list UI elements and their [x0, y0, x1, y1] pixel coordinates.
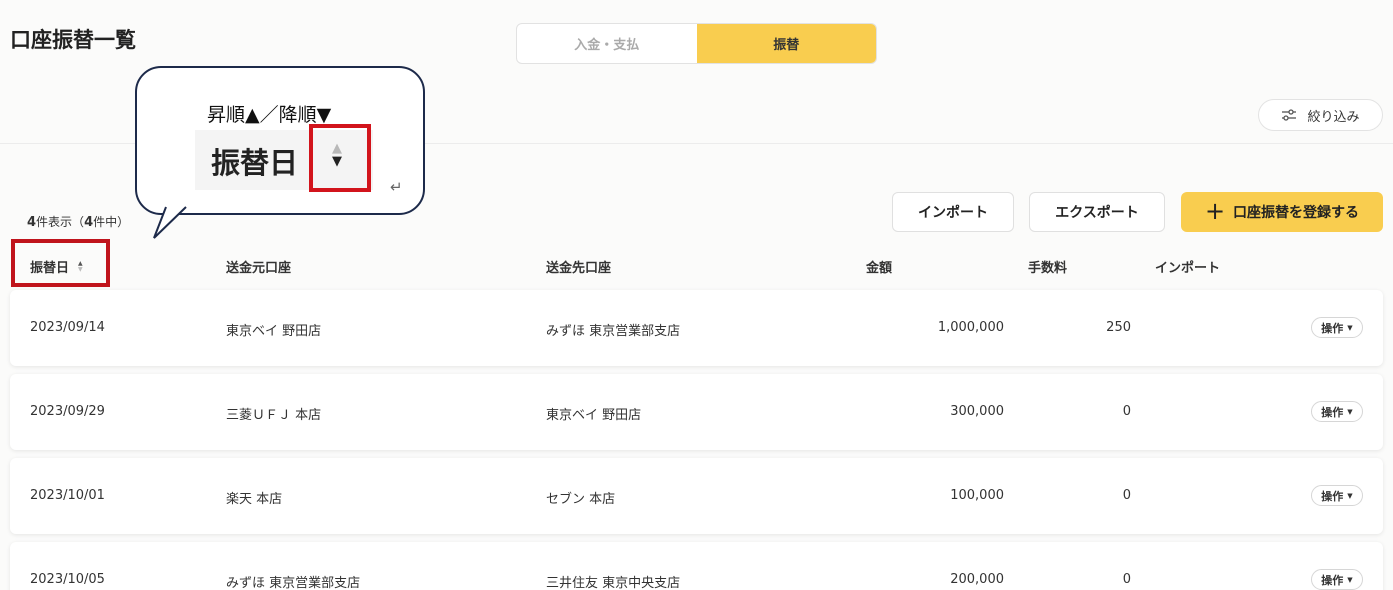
sort-arrows-icon[interactable]: ▲ ▼ [78, 260, 83, 273]
plus-icon: + [1204, 197, 1226, 225]
row-actions-dropdown[interactable]: 操作 ▼ [1311, 569, 1363, 590]
row-actions-dropdown[interactable]: 操作 ▼ [1311, 317, 1363, 338]
total-count: 4 [84, 215, 94, 230]
cell-amount: 300,000 [950, 404, 1004, 419]
table-row[interactable]: 2023/09/29 三菱ＵＦＪ 本店 東京ベイ 野田店 300,000 0 操… [10, 374, 1383, 450]
export-button[interactable]: エクスポート [1029, 192, 1165, 232]
row-actions-dropdown[interactable]: 操作 ▼ [1311, 401, 1363, 422]
cell-date: 2023/10/05 [30, 572, 105, 587]
row-actions-dropdown[interactable]: 操作 ▼ [1311, 485, 1363, 506]
register-transfer-button[interactable]: + 口座振替を登録する [1181, 192, 1383, 232]
cell-date: 2023/10/01 [30, 488, 105, 503]
cell-destination-account: 東京ベイ 野田店 [546, 408, 642, 423]
filter-label: 絞り込み [1307, 109, 1360, 125]
caret-down-icon: ▼ [1347, 407, 1353, 416]
view-toggle: 入金・支払 振替 [516, 23, 877, 64]
column-header-date[interactable]: 振替日 ▲ ▼ [30, 257, 83, 276]
page-title: 口座振替一覧 [10, 28, 136, 52]
row-actions-label: 操作 [1321, 321, 1344, 335]
total-suffix: 件中） [93, 215, 130, 229]
cell-fee: 250 [1106, 320, 1131, 335]
result-count: 4件表示（4件中） [27, 213, 129, 230]
sort-icon-highlight [309, 124, 371, 192]
column-header-date-label: 振替日 [30, 261, 70, 276]
filter-sliders-icon [1282, 109, 1297, 121]
import-button[interactable]: インポート [892, 192, 1014, 232]
column-header-destination-account: 送金先口座 [546, 261, 612, 276]
shown-count: 4 [27, 215, 37, 230]
annotation-header-text: 振替日 [211, 146, 299, 180]
table-row[interactable]: 2023/10/01 楽天 本店 セブン 本店 100,000 0 操作 ▼ [10, 458, 1383, 534]
cell-destination-account: 三井住友 東京中央支店 [546, 576, 681, 590]
cell-amount: 200,000 [950, 572, 1004, 587]
column-header-fee: 手数料 [1028, 261, 1068, 276]
shown-suffix: 件表示（ [36, 215, 85, 229]
column-header-source-account: 送金元口座 [226, 261, 292, 276]
cell-source-account: みずほ 東京営業部支店 [226, 576, 361, 590]
annotation-callout: 昇順▲／降順▼ 振替日 ▲ ▼ ↵ [135, 66, 425, 215]
cell-date: 2023/09/29 [30, 404, 105, 419]
enter-icon: ↵ [390, 178, 403, 196]
tab-transfer[interactable]: 振替 [696, 24, 876, 63]
table-row[interactable]: 2023/10/05 みずほ 東京営業部支店 三井住友 東京中央支店 200,0… [10, 542, 1383, 590]
caret-down-icon: ▼ [1347, 575, 1353, 584]
column-header-amount: 金額 [866, 261, 893, 276]
cell-amount: 100,000 [950, 488, 1004, 503]
annotation-caption: 昇順▲／降順▼ [207, 104, 332, 126]
row-actions-label: 操作 [1321, 405, 1344, 419]
caret-down-icon: ▼ [1347, 491, 1353, 500]
filter-button[interactable]: 絞り込み [1258, 99, 1383, 131]
cell-destination-account: セブン 本店 [546, 492, 616, 507]
cell-source-account: 三菱ＵＦＪ 本店 [226, 408, 322, 423]
callout-tail [153, 206, 187, 239]
register-label: 口座振替を登録する [1233, 205, 1360, 221]
cell-date: 2023/09/14 [30, 320, 105, 335]
row-actions-label: 操作 [1321, 489, 1344, 503]
cell-source-account: 楽天 本店 [226, 492, 283, 507]
cell-fee: 0 [1122, 572, 1131, 587]
cell-destination-account: みずほ 東京営業部支店 [546, 324, 681, 339]
table-row[interactable]: 2023/09/14 東京ベイ 野田店 みずほ 東京営業部支店 1,000,00… [10, 290, 1383, 366]
tab-deposit-payment[interactable]: 入金・支払 [517, 24, 697, 63]
cell-fee: 0 [1122, 488, 1131, 503]
caret-down-icon: ▼ [1347, 323, 1353, 332]
row-actions-label: 操作 [1321, 573, 1344, 587]
cell-amount: 1,000,000 [937, 320, 1004, 335]
column-header-import: インポート [1155, 261, 1221, 276]
cell-fee: 0 [1122, 404, 1131, 419]
cell-source-account: 東京ベイ 野田店 [226, 324, 322, 339]
